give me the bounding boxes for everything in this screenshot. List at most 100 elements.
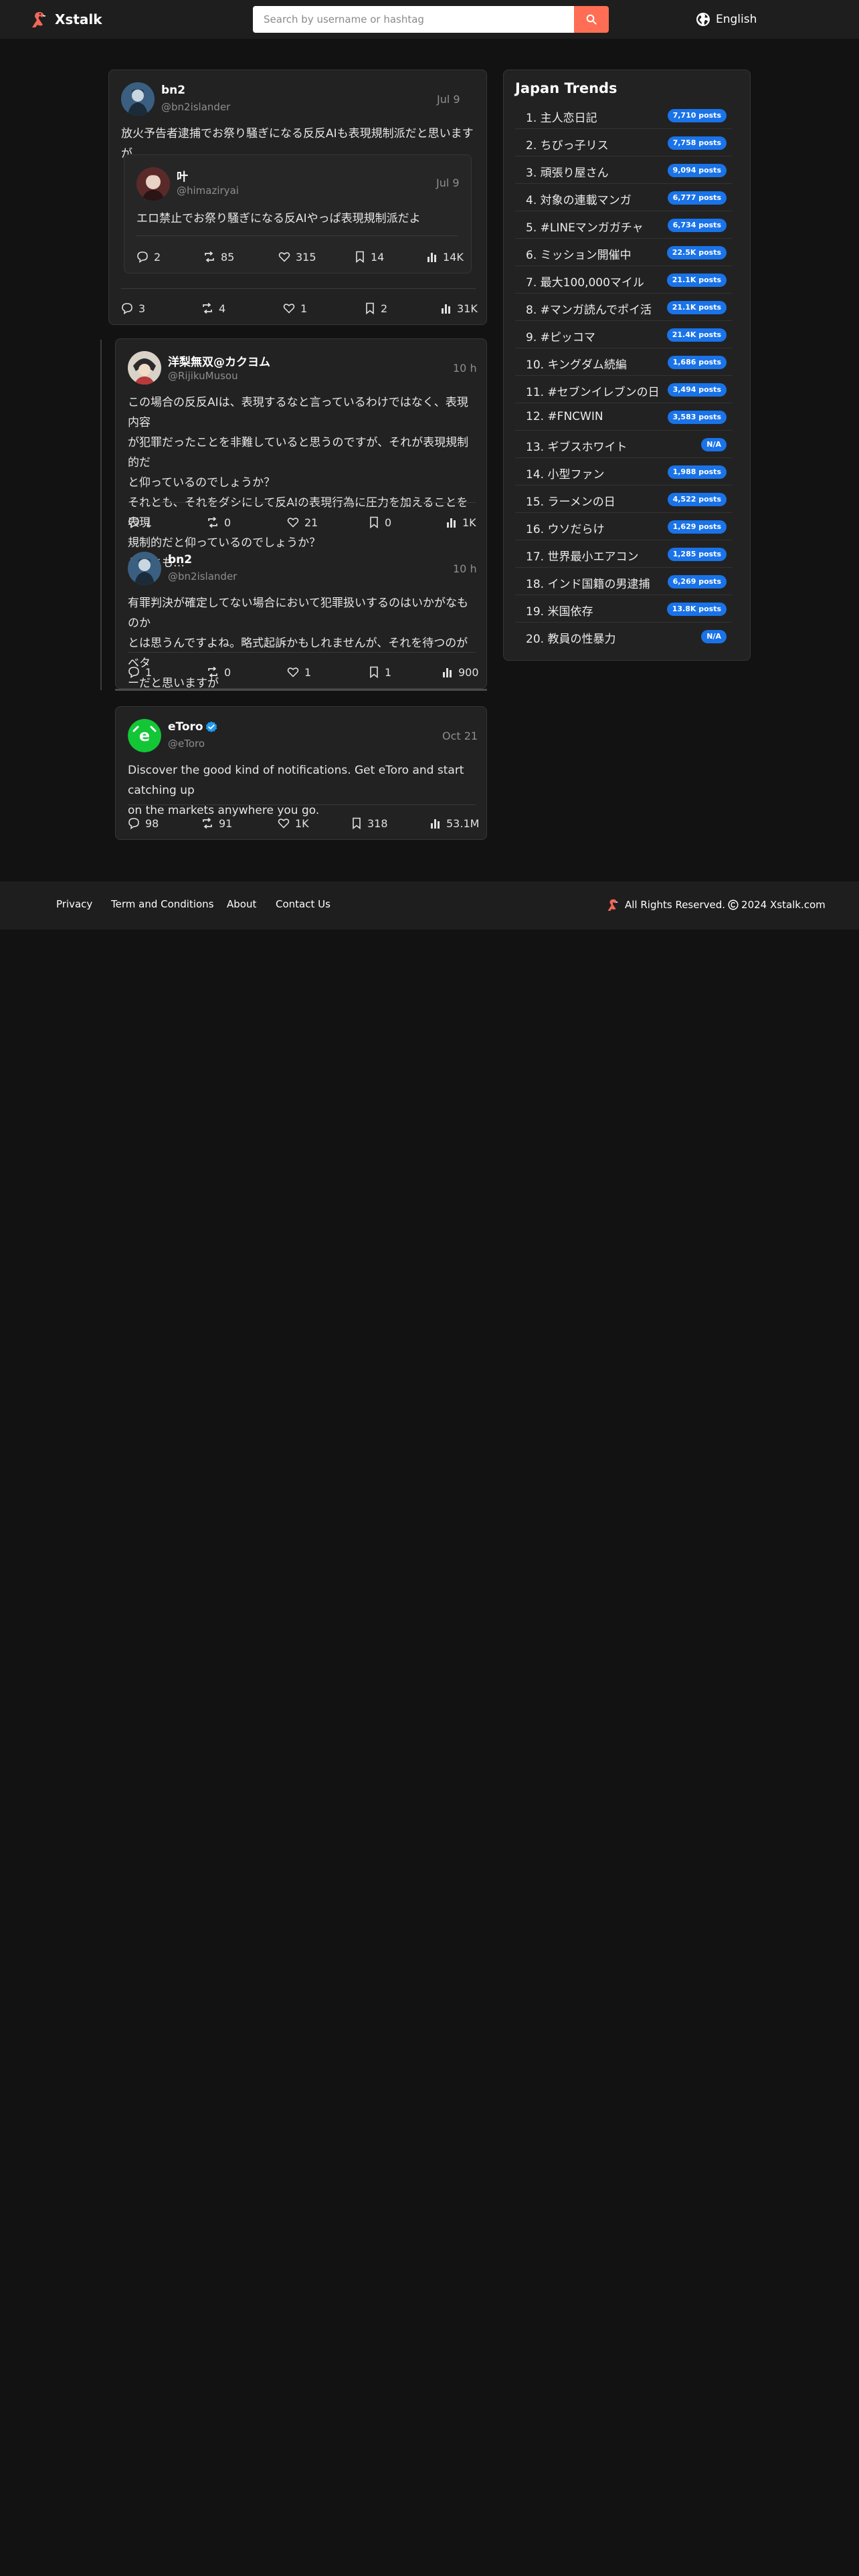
bookmark-count: 2 bbox=[381, 302, 388, 315]
divider bbox=[136, 235, 458, 236]
bookmark-count: 1 bbox=[385, 665, 392, 679]
post-display-name[interactable]: bn2 bbox=[161, 84, 185, 97]
post-display-name[interactable]: eToro bbox=[168, 720, 203, 734]
quoted-post[interactable]: 叶 @himaziryai Jul 9 エロ禁止でお祭り騒ぎになる反AIやっぱ表… bbox=[124, 154, 472, 274]
bookmark-button[interactable]: 14 bbox=[355, 249, 384, 265]
avatar[interactable] bbox=[136, 167, 170, 201]
reply-count: 1 bbox=[145, 516, 153, 529]
post-username[interactable]: @bn2islander bbox=[161, 101, 230, 113]
repost-count: 0 bbox=[224, 516, 231, 529]
trend-item[interactable]: 20. 教員の性暴力 N/A bbox=[515, 623, 732, 650]
trend-item[interactable]: 5. #LINEマンガガチャ 6,734 posts bbox=[515, 211, 732, 239]
post-time: 10 h bbox=[453, 562, 477, 575]
trend-count-badge: 21.1K posts bbox=[666, 301, 727, 314]
footer-link-contact[interactable]: Contact Us bbox=[276, 898, 330, 910]
quoted-display-name[interactable]: 叶 bbox=[177, 167, 188, 184]
trend-item[interactable]: 1. 主人恋日記 7,710 posts bbox=[515, 102, 732, 129]
post-card[interactable]: bn2 @bn2islander Jul 9 放火予告者逮捕でお祭り騒ぎになる反… bbox=[108, 70, 487, 325]
trend-item[interactable]: 14. 小型ファン 1,988 posts bbox=[515, 458, 732, 486]
bookmark-button[interactable]: 1 bbox=[369, 664, 391, 680]
post-username[interactable]: @bn2islander bbox=[168, 570, 237, 582]
trend-item[interactable]: 12. #FNCWIN 3,583 posts bbox=[515, 403, 732, 431]
post-text: Discover the good kind of notifications.… bbox=[128, 764, 464, 817]
bookmark-button[interactable]: 318 bbox=[351, 815, 388, 831]
trend-count-badge: 3,583 posts bbox=[667, 411, 727, 424]
reply-button[interactable]: 98 bbox=[128, 815, 159, 831]
bookmark-button[interactable]: 0 bbox=[369, 514, 391, 530]
trend-count-badge: 7,758 posts bbox=[667, 136, 727, 150]
trend-item[interactable]: 11. #セブンイレブンの日 3,494 posts bbox=[515, 376, 732, 403]
reply-button[interactable]: 1 bbox=[128, 514, 152, 530]
copyright: All Rights Reserved. 2024 Xstalk.com bbox=[605, 896, 826, 914]
like-button[interactable]: 21 bbox=[287, 514, 318, 530]
repost-count: 0 bbox=[224, 665, 231, 679]
repost-icon bbox=[203, 817, 212, 829]
repost-button[interactable]: 0 bbox=[207, 514, 231, 530]
reply-count: 98 bbox=[145, 817, 159, 830]
trend-item[interactable]: 9. #ピッコマ 21.4K posts bbox=[515, 321, 732, 348]
repost-icon bbox=[208, 516, 217, 528]
trend-item[interactable]: 4. 対象の連載マンガ 6,777 posts bbox=[515, 184, 732, 211]
trend-label: 12. #FNCWIN bbox=[526, 410, 603, 423]
search-input[interactable] bbox=[253, 6, 574, 33]
search-button[interactable] bbox=[574, 6, 609, 33]
footer-link-privacy[interactable]: Privacy bbox=[56, 898, 92, 910]
post-username[interactable]: @RijikuMusou bbox=[168, 370, 238, 382]
repost-button[interactable]: 91 bbox=[201, 815, 232, 831]
trend-item[interactable]: 8. #マンガ読んでポイ活 21.1K posts bbox=[515, 294, 732, 321]
like-button[interactable]: 1 bbox=[287, 664, 311, 680]
trend-item[interactable]: 16. ウソだらけ 1,629 posts bbox=[515, 513, 732, 540]
trend-item[interactable]: 15. ラーメンの日 4,522 posts bbox=[515, 486, 732, 513]
avatar[interactable] bbox=[128, 351, 161, 385]
trend-item[interactable]: 7. 最大100,000マイル 21.1K posts bbox=[515, 266, 732, 294]
repost-count: 4 bbox=[219, 302, 226, 315]
avatar[interactable]: e bbox=[128, 719, 161, 752]
footer-link-terms[interactable]: Term and Conditions bbox=[111, 898, 214, 910]
repost-button[interactable]: 4 bbox=[201, 300, 225, 316]
post-username[interactable]: @eToro bbox=[168, 738, 205, 750]
bookmark-button[interactable]: 2 bbox=[365, 300, 387, 316]
like-button[interactable]: 1K bbox=[278, 815, 309, 831]
reply-button[interactable]: 3 bbox=[121, 300, 145, 316]
post-stats: 3 4 1 2 31K bbox=[121, 300, 478, 316]
like-button[interactable]: 315 bbox=[278, 249, 316, 265]
repost-icon bbox=[208, 666, 217, 678]
bookmark-count: 318 bbox=[367, 817, 388, 830]
avatar[interactable] bbox=[128, 552, 161, 585]
quoted-username[interactable]: @himaziryai bbox=[177, 185, 239, 197]
copyright-icon bbox=[728, 899, 739, 910]
trend-label: 5. #LINEマンガガチャ bbox=[526, 221, 644, 235]
reply-icon bbox=[128, 517, 139, 528]
reply-button[interactable]: 2 bbox=[136, 249, 161, 265]
trend-count-badge: N/A bbox=[701, 438, 727, 451]
trend-item[interactable]: 13. ギブスホワイト N/A bbox=[515, 431, 732, 458]
trend-item[interactable]: 6. ミッション開催中 22.5K posts bbox=[515, 239, 732, 266]
trend-item[interactable]: 2. ちびっ子リス 7,758 posts bbox=[515, 129, 732, 156]
trend-label: 13. ギブスホワイト bbox=[526, 441, 628, 454]
reply-icon bbox=[122, 303, 132, 314]
globe-icon bbox=[696, 13, 710, 26]
trend-item[interactable]: 3. 頑張り屋さん 9,094 posts bbox=[515, 156, 732, 184]
avatar[interactable] bbox=[121, 82, 155, 116]
trend-item[interactable]: 19. 米国依存 13.8K posts bbox=[515, 595, 732, 623]
footer-link-about[interactable]: About bbox=[227, 898, 256, 910]
like-button[interactable]: 1 bbox=[283, 300, 307, 316]
reply-button[interactable]: 1 bbox=[128, 664, 152, 680]
trend-item[interactable]: 18. インド国籍の男逮捕 6,269 posts bbox=[515, 568, 732, 595]
post-display-name[interactable]: bn2 bbox=[168, 553, 192, 566]
trend-item[interactable]: 10. キングダム続編 1,686 posts bbox=[515, 348, 732, 376]
trend-count-badge: 1,629 posts bbox=[667, 520, 727, 534]
like-count: 21 bbox=[304, 516, 318, 529]
post-card[interactable]: e eToro @eToro Oct 21 Discover the good … bbox=[115, 706, 487, 840]
copyright-prefix: All Rights Reserved. bbox=[625, 899, 726, 911]
views-stat: 900 bbox=[442, 664, 479, 680]
trend-label: 16. ウソだらけ bbox=[526, 523, 605, 536]
trend-count-badge: 7,710 posts bbox=[667, 109, 727, 122]
brand[interactable]: Xstalk bbox=[28, 9, 102, 30]
views-stat: 31K bbox=[441, 300, 478, 316]
language-selector[interactable]: English bbox=[696, 9, 757, 29]
repost-button[interactable]: 85 bbox=[203, 249, 234, 265]
trend-item[interactable]: 17. 世界最小エアコン 1,285 posts bbox=[515, 540, 732, 568]
repost-button[interactable]: 0 bbox=[207, 664, 231, 680]
post-display-name[interactable]: 洋梨無双@カクヨム bbox=[168, 352, 270, 369]
